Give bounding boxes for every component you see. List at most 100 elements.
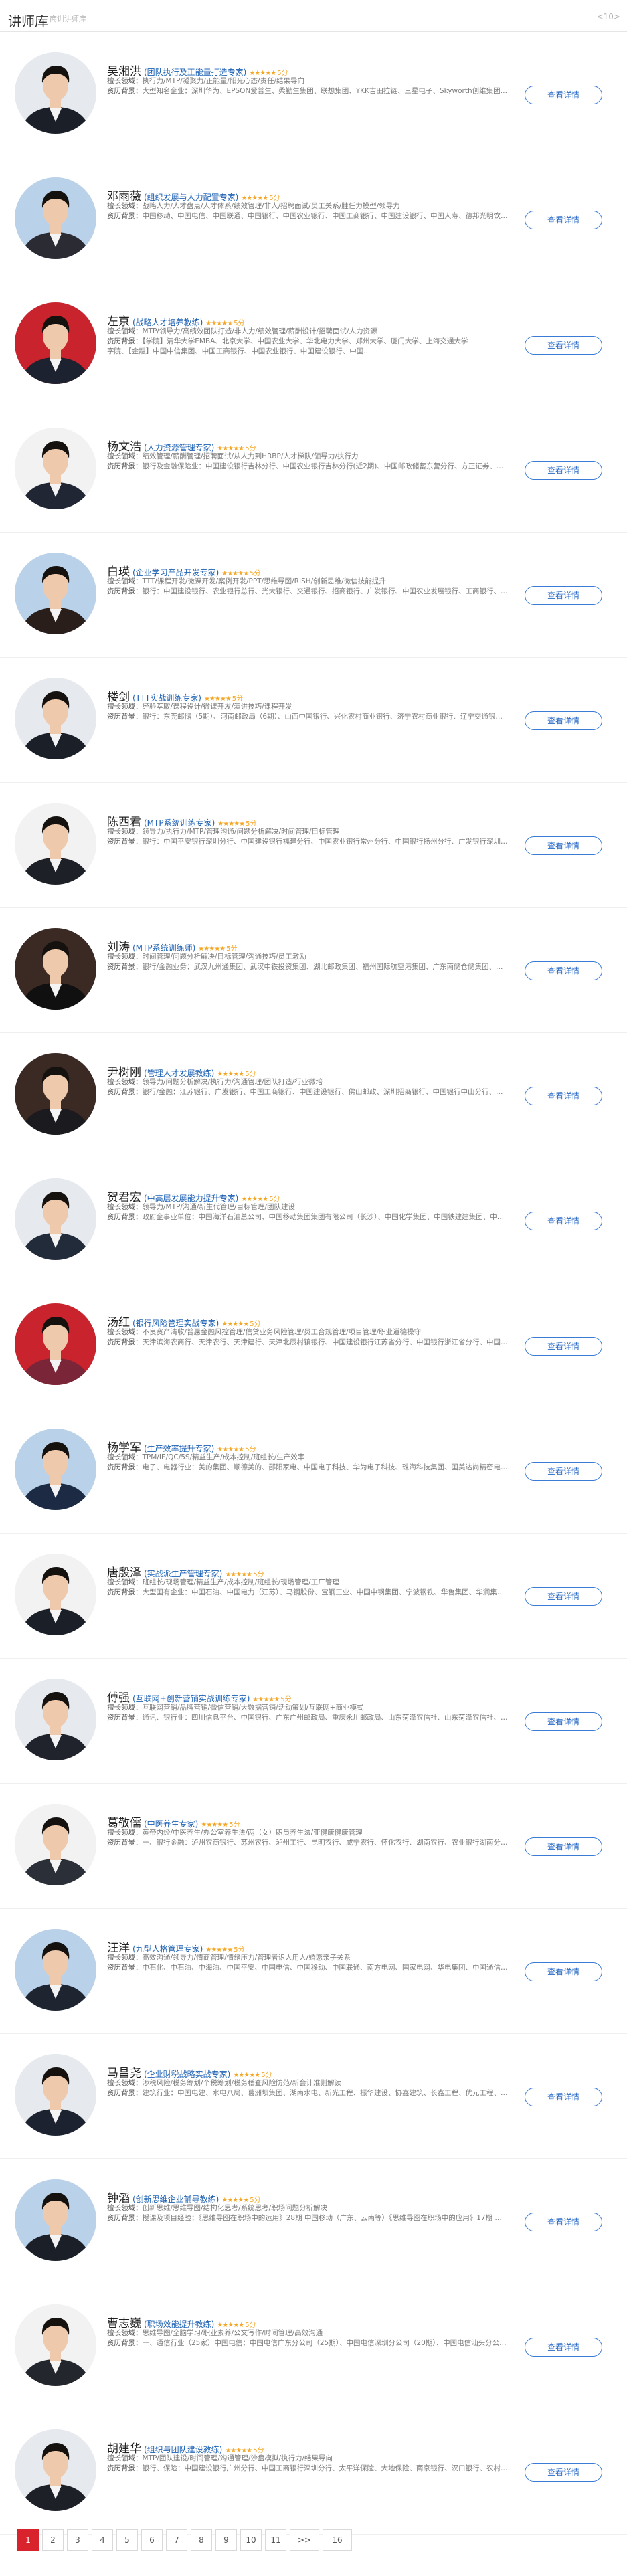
last-page-button[interactable]: 16 <box>323 2529 352 2551</box>
lecturer-photo[interactable] <box>15 1554 96 1635</box>
view-details-button[interactable]: 查看详情 <box>525 836 602 855</box>
lecturer-name[interactable]: 汤红 <box>107 1316 130 1327</box>
page-button[interactable]: 5 <box>116 2529 138 2551</box>
lecturer-info-row: 资历背景：银行：中国平安银行深圳分行、中国建设银行福建分行、中国农业银行常州分行… <box>107 837 509 847</box>
row-label: 擅长领域： <box>107 1578 143 1586</box>
rating-stars-icon: ★★★★★ <box>217 2322 244 2328</box>
lecturer-photo[interactable] <box>15 1804 96 1885</box>
lecturer-photo[interactable] <box>15 1303 96 1385</box>
lecturer-info-row: 擅长领域：战略人力/人才盘点/人才体系/绩效管理/非人/招聘面试/员工关系/胜任… <box>107 201 509 211</box>
lecturer-card: 葛敬儒 (中医养生专家) ★★★★★ 5分 擅长领域：黄帝内经/中医养生/办公室养生法… <box>0 1784 627 1909</box>
view-details-button[interactable]: 查看详情 <box>525 2088 602 2106</box>
page-indicator[interactable]: <10> <box>597 12 620 21</box>
page-button[interactable]: 9 <box>215 2529 237 2551</box>
row-label: 资历背景： <box>107 2464 143 2472</box>
page-button[interactable]: 8 <box>191 2529 212 2551</box>
lecturer-photo[interactable] <box>15 2054 96 2136</box>
view-details-button[interactable]: 查看详情 <box>525 1087 602 1105</box>
page-button[interactable]: 6 <box>141 2529 163 2551</box>
row-label: 资历背景： <box>107 1463 143 1471</box>
lecturer-name[interactable]: 陈西君 <box>107 816 141 827</box>
lecturer-name[interactable]: 吴湘洪 <box>107 65 141 76</box>
view-details-button[interactable]: 查看详情 <box>525 461 602 480</box>
view-details-button[interactable]: 查看详情 <box>525 586 602 605</box>
rating-score: 5分 <box>232 695 244 702</box>
view-details-button[interactable]: 查看详情 <box>525 1712 602 1731</box>
view-details-button[interactable]: 查看详情 <box>525 2213 602 2231</box>
lecturer-name[interactable]: 白瑛 <box>107 565 130 577</box>
row-label: 擅长领域： <box>107 953 143 961</box>
lecturer-card: 刘涛 (MTP系统训练师) ★★★★★ 5分 擅长领域：时间管理/问题分析解决/目标管… <box>0 908 627 1033</box>
lecturer-name[interactable]: 马昌尧 <box>107 2067 141 2078</box>
view-details-button[interactable]: 查看详情 <box>525 1212 602 1230</box>
lecturer-name[interactable]: 曹志巍 <box>107 2317 141 2328</box>
lecturer-name[interactable]: 左京 <box>107 315 130 327</box>
lecturer-photo[interactable] <box>15 928 96 1010</box>
page-button[interactable]: 4 <box>92 2529 113 2551</box>
lecturer-tag: (企业财税战略实战专家) <box>144 2069 231 2078</box>
view-details-button[interactable]: 查看详情 <box>525 711 602 730</box>
lecturer-photo[interactable] <box>15 1429 96 1510</box>
lecturer-name[interactable]: 葛敬儒 <box>107 1817 141 1828</box>
lecturer-info-row: 资历背景：中石化、中石油、中海油、中国平安、中国电信、中国移动、中国联通、南方电… <box>107 1963 509 1973</box>
row-label: 擅长领域： <box>107 77 143 85</box>
view-details-button[interactable]: 查看详情 <box>525 1837 602 1856</box>
lecturer-photo[interactable] <box>15 1053 96 1135</box>
rating-score: 5分 <box>250 1321 261 1327</box>
page-button[interactable]: 7 <box>166 2529 187 2551</box>
view-details-button[interactable]: 查看详情 <box>525 1587 602 1606</box>
lecturer-photo[interactable] <box>15 553 96 634</box>
lecturer-name[interactable]: 唐殷泽 <box>107 1566 141 1578</box>
view-details-button[interactable]: 查看详情 <box>525 336 602 355</box>
lecturer-photo[interactable] <box>15 177 96 259</box>
view-details-button[interactable]: 查看详情 <box>525 1962 602 1981</box>
lecturer-name[interactable]: 钟滔 <box>107 2192 130 2203</box>
view-details-button[interactable]: 查看详情 <box>525 2463 602 2482</box>
lecturer-photo[interactable] <box>15 2429 96 2511</box>
lecturer-photo[interactable] <box>15 1929 96 2011</box>
lecturer-name[interactable]: 汪洋 <box>107 1942 130 1953</box>
pagination: 1 2 3 4 5 6 7 8 9 10 11 >> 16 <box>17 2529 355 2552</box>
view-details-button[interactable]: 查看详情 <box>525 1337 602 1356</box>
rating-score: 5分 <box>234 320 245 327</box>
page-button[interactable]: 1 <box>17 2529 39 2551</box>
lecturer-photo[interactable] <box>15 1178 96 1260</box>
lecturer-photo[interactable] <box>15 2304 96 2386</box>
lecturer-photo[interactable] <box>15 302 96 384</box>
view-details-button[interactable]: 查看详情 <box>525 1462 602 1481</box>
lecturer-photo[interactable] <box>15 52 96 134</box>
rating-score: 5分 <box>269 1196 280 1202</box>
row-label: 资历背景： <box>107 1338 143 1346</box>
lecturer-name[interactable]: 尹树刚 <box>107 1066 141 1077</box>
lecturer-name[interactable]: 胡建华 <box>107 2442 141 2454</box>
lecturer-photo[interactable] <box>15 1679 96 1760</box>
lecturer-photo[interactable] <box>15 803 96 885</box>
row-text: 思维导图/全脑学习/职业素养/公文写作/时间管理/高效沟通 <box>142 2329 323 2337</box>
lecturer-photo[interactable] <box>15 678 96 759</box>
lecturer-name[interactable]: 杨文浩 <box>107 440 141 452</box>
lecturer-photo[interactable] <box>15 2179 96 2261</box>
view-details-button[interactable]: 查看详情 <box>525 211 602 229</box>
view-details-button[interactable]: 查看详情 <box>525 86 602 104</box>
row-text: 大型知名企业：深圳华为、EPSON爱普生、柔勤生集团、联想集团、YKK吉田拉链、… <box>142 87 509 95</box>
lecturer-name[interactable]: 傅强 <box>107 1691 130 1703</box>
rating-score: 5分 <box>246 820 257 827</box>
lecturer-info-row: 擅长领域：高效沟通/领导力/情商管理/情绪压力/管理者识人用人/婚恋亲子关系 <box>107 1953 509 1963</box>
lecturer-name[interactable]: 刘涛 <box>107 941 130 952</box>
view-details-button[interactable]: 查看详情 <box>525 2338 602 2357</box>
page-button[interactable]: 11 <box>265 2529 286 2551</box>
lecturer-info: 葛敬儒 (中医养生专家) ★★★★★ 5分 擅长领域：黄帝内经/中医养生/办公室养生法… <box>107 1813 509 1848</box>
lecturer-photo[interactable] <box>15 428 96 509</box>
row-text: 银行：中国平安银行深圳分行、中国建设银行福建分行、中国农业银行常州分行、中国银行… <box>142 838 509 846</box>
lecturer-card: 马昌尧 (企业财税战略实战专家) ★★★★★ 5分 擅长领域：涉税风险/税务筹划/个税… <box>0 2034 627 2159</box>
view-details-button[interactable]: 查看详情 <box>525 961 602 980</box>
lecturer-name[interactable]: 杨学军 <box>107 1441 141 1453</box>
lecturer-name[interactable]: 邓雨薇 <box>107 190 141 201</box>
lecturer-name[interactable]: 贺君宏 <box>107 1191 141 1202</box>
next-page-button[interactable]: >> <box>290 2529 319 2551</box>
page-button[interactable]: 10 <box>240 2529 262 2551</box>
row-text: 高效沟通/领导力/情商管理/情绪压力/管理者识人用人/婚恋亲子关系 <box>142 1954 351 1962</box>
lecturer-name[interactable]: 楼剑 <box>107 691 130 702</box>
page-button[interactable]: 3 <box>67 2529 88 2551</box>
page-button[interactable]: 2 <box>42 2529 64 2551</box>
